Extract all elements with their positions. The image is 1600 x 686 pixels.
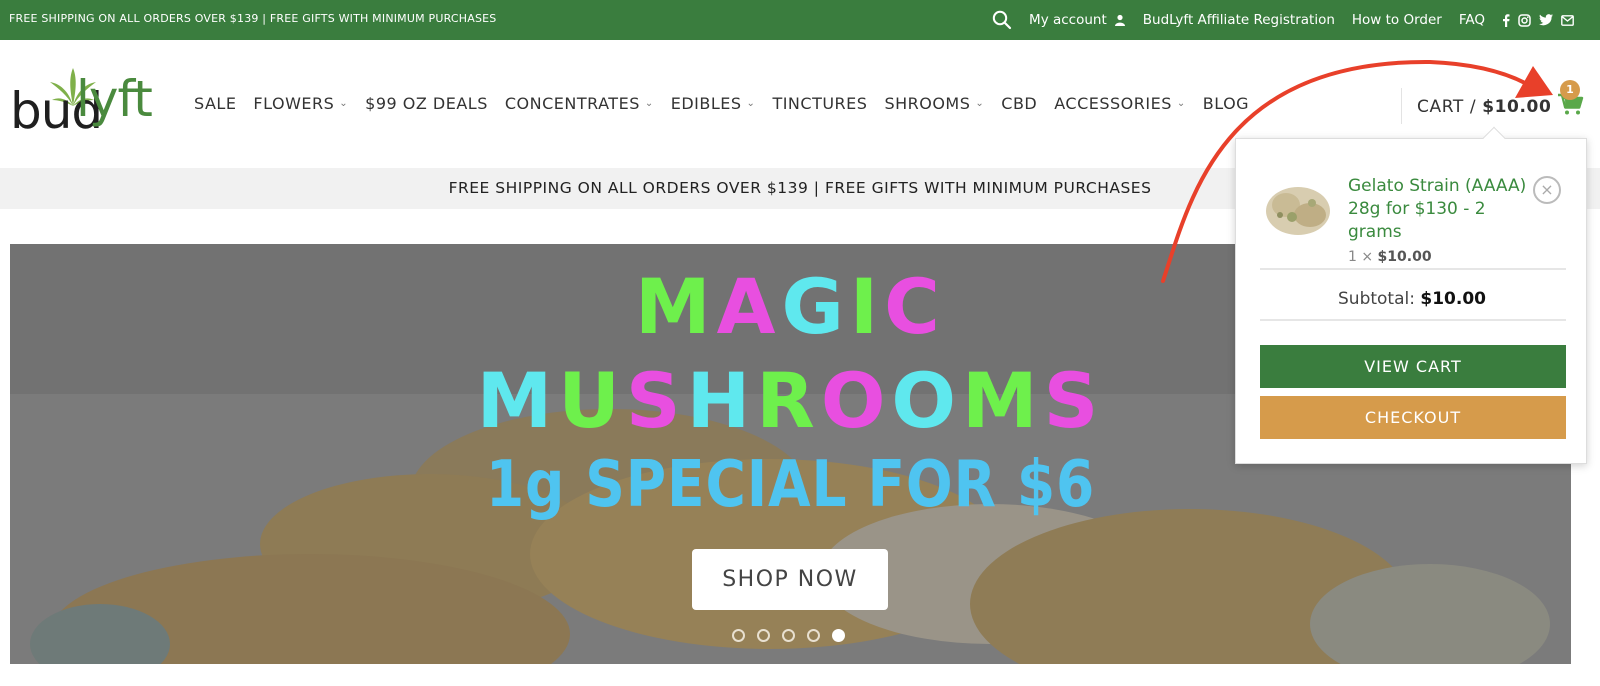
nav-item-tinctures[interactable]: TINCTURES: [772, 94, 867, 113]
nav-item-edibles[interactable]: EDIBLES ⌄: [671, 94, 756, 113]
social-links: [1502, 13, 1574, 27]
slider-dot[interactable]: [757, 629, 770, 642]
slider-dot[interactable]: [732, 629, 745, 642]
top-links: My account BudLyft Affiliate Registratio…: [992, 0, 1574, 40]
email-icon[interactable]: [1561, 14, 1574, 26]
hero-title-line-2-letter: M: [962, 356, 1044, 445]
chevron-down-icon: ⌄: [975, 98, 985, 109]
nav-label: SALE: [194, 94, 237, 113]
my-account-link[interactable]: My account: [1029, 12, 1126, 28]
subtotal-row: Subtotal: $10.00: [1236, 289, 1588, 309]
shop-now-button[interactable]: SHOP NOW: [692, 549, 888, 610]
user-icon: [1114, 14, 1126, 26]
slider-dot[interactable]: [807, 629, 820, 642]
facebook-icon[interactable]: [1502, 13, 1510, 27]
twitter-icon[interactable]: [1539, 14, 1553, 26]
hero-title-line-2-letter: S: [625, 356, 687, 445]
hero-title-line-2-letter: O: [891, 356, 963, 445]
top-promo-text: FREE SHIPPING ON ALL ORDERS OVER $139 | …: [9, 12, 497, 25]
slider-dot[interactable]: [832, 629, 845, 642]
cart-count-badge: 1: [1560, 80, 1580, 100]
main-nav: SALE FLOWERS ⌄ $99 OZ DEALS CONCENTRATES ⌄…: [194, 94, 1249, 113]
nav-item-shrooms[interactable]: SHROOMS ⌄: [884, 94, 984, 113]
nav-label: TINCTURES: [772, 94, 868, 113]
mini-cart-dropdown: Gelato Strain (AAAA) 28g for $130 - 2 gr…: [1235, 126, 1588, 464]
hero-title-line-2-letter: O: [820, 356, 892, 445]
cart-total: $10.00: [1482, 96, 1552, 117]
chevron-down-icon: ⌄: [339, 98, 349, 109]
product-price: $10.00: [1377, 249, 1432, 265]
divider: [1260, 319, 1566, 321]
hero-title-line-2-letter: U: [558, 356, 626, 445]
search-icon[interactable]: [992, 10, 1012, 30]
slider-dots: [732, 629, 845, 642]
hero-title-line-2-letter: R: [756, 356, 821, 445]
nav-label: BLOG: [1202, 94, 1250, 113]
nav-item-oz-deals[interactable]: $99 OZ DEALS: [365, 94, 488, 113]
cart-link[interactable]: CART / $10.00: [1417, 92, 1585, 121]
nav-label: FLOWERS: [253, 94, 335, 113]
cart-divider: [1401, 88, 1402, 124]
logo-text-lyft: lyft: [76, 70, 153, 128]
checkout-button[interactable]: CHECKOUT: [1260, 396, 1566, 439]
subtotal-label: Subtotal:: [1338, 289, 1415, 309]
chevron-down-icon: ⌄: [746, 98, 756, 109]
cart-label: CART /: [1417, 96, 1477, 117]
hero-title-line-2-letter: M: [476, 356, 559, 445]
chevron-down-icon: ⌄: [1176, 98, 1186, 109]
nav-label: CBD: [1001, 94, 1038, 113]
nav-label: EDIBLES: [670, 94, 742, 113]
hero-title-line-2-letter: S: [1043, 356, 1105, 445]
hero-title-line-1-letter: C: [884, 262, 946, 351]
nav-item-cbd[interactable]: CBD: [1001, 94, 1037, 113]
nav-label: $99 OZ DEALS: [365, 94, 488, 113]
nav-label: ACCESSORIES: [1054, 94, 1172, 113]
instagram-icon[interactable]: [1518, 13, 1531, 27]
product-name-link[interactable]: Gelato Strain (AAAA) 28g for $130 - 2 gr…: [1348, 175, 1538, 244]
subtotal-value: $10.00: [1420, 289, 1486, 309]
remove-item-button[interactable]: ×: [1533, 176, 1561, 204]
divider: [1260, 268, 1566, 270]
slider-dot[interactable]: [782, 629, 795, 642]
product-qty: 1 ×: [1348, 249, 1374, 265]
nav-item-accessories[interactable]: ACCESSORIES ⌄: [1054, 94, 1186, 113]
top-bar: FREE SHIPPING ON ALL ORDERS OVER $139 | …: [0, 0, 1600, 40]
nav-item-concentrates[interactable]: CONCENTRATES ⌄: [505, 94, 654, 113]
nav-label: SHROOMS: [884, 94, 971, 113]
product-qty-price: 1 × $10.00: [1348, 249, 1432, 265]
nav-item-flowers[interactable]: FLOWERS ⌄: [253, 94, 348, 113]
product-thumbnail[interactable]: [1262, 175, 1334, 241]
affiliate-link[interactable]: BudLyft Affiliate Registration: [1143, 12, 1335, 28]
view-cart-button[interactable]: VIEW CART: [1260, 345, 1566, 388]
my-account-label: My account: [1029, 12, 1107, 28]
how-to-order-link[interactable]: How to Order: [1352, 12, 1442, 28]
nav-label: CONCENTRATES: [504, 94, 640, 113]
nav-item-blog[interactable]: BLOG: [1203, 94, 1249, 113]
hero-title-line-1-letter: I: [849, 262, 885, 351]
hero-title-line-1-letter: M: [635, 262, 717, 351]
site-logo[interactable]: bud lyft: [10, 68, 160, 140]
hero-title-line-1-letter: A: [716, 262, 782, 351]
nav-item-sale[interactable]: SALE: [194, 94, 236, 113]
chevron-down-icon: ⌄: [644, 98, 654, 109]
faq-link[interactable]: FAQ: [1459, 12, 1485, 28]
hero-title-line-1-letter: G: [781, 262, 850, 351]
hero-title-line-2-letter: H: [686, 356, 757, 445]
